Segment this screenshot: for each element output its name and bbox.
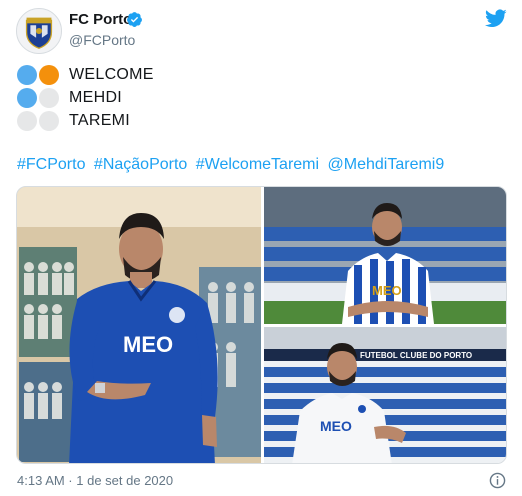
media-grid: MEO MEO FUTEBOL CLUBE DO PORTO MEO: [16, 186, 507, 464]
hashtag-link[interactable]: #NaçãoPorto: [94, 156, 187, 173]
twitter-bird-icon[interactable]: [485, 9, 507, 28]
shirt-sponsor-text: MEO: [320, 418, 352, 434]
fc-porto-crest: [17, 9, 61, 53]
info-icon[interactable]: [489, 472, 506, 489]
shirt-sponsor-text: MEO: [123, 332, 173, 357]
tweet-line-text: MEHDI: [69, 89, 123, 106]
player-white-kit-image: FUTEBOL CLUBE DO PORTO MEO: [264, 327, 506, 463]
white-circle-emoji: [39, 88, 59, 108]
player-blue-kit-image: MEO: [17, 187, 261, 463]
photo-player-blue-kit[interactable]: MEO: [17, 187, 261, 463]
author-handle[interactable]: @FCPorto: [69, 32, 135, 48]
tweet-card: FC Porto @FCPorto WELCOME MEHDI TAREMI #…: [0, 0, 522, 496]
photo-player-striped-kit[interactable]: MEO: [264, 187, 506, 324]
blue-circle-emoji: [17, 88, 37, 108]
white-circle-emoji: [39, 111, 59, 131]
tweet-line-text: TAREMI: [69, 112, 131, 129]
tweet-timestamp[interactable]: 4:13 AM · 1 de set de 2020: [17, 473, 173, 488]
photo-player-white-kit[interactable]: FUTEBOL CLUBE DO PORTO MEO: [264, 327, 506, 463]
tweet-line-text: WELCOME: [69, 66, 154, 83]
profile-avatar[interactable]: [16, 8, 62, 54]
hashtag-row: #FCPorto #NaçãoPorto #WelcomeTaremi @Meh…: [17, 156, 448, 174]
blue-circle-emoji: [17, 65, 37, 85]
shirt-sponsor-text: MEO: [372, 283, 402, 298]
hashtag-link[interactable]: #FCPorto: [17, 156, 85, 173]
tweet-line-welcome: WELCOME: [17, 64, 154, 86]
mention-link[interactable]: @MehdiTaremi9: [328, 156, 445, 173]
verified-badge-icon: [127, 12, 142, 27]
stadium-sign-text: FUTEBOL CLUBE DO PORTO: [360, 351, 472, 360]
author-name[interactable]: FC Porto: [69, 11, 132, 28]
player-striped-kit-image: MEO: [264, 187, 506, 324]
tweet-line-mehdi: MEHDI: [17, 87, 122, 109]
tweet-line-taremi: TAREMI: [17, 110, 130, 132]
white-circle-emoji: [17, 111, 37, 131]
hashtag-link[interactable]: #WelcomeTaremi: [196, 156, 319, 173]
orange-circle-emoji: [39, 65, 59, 85]
